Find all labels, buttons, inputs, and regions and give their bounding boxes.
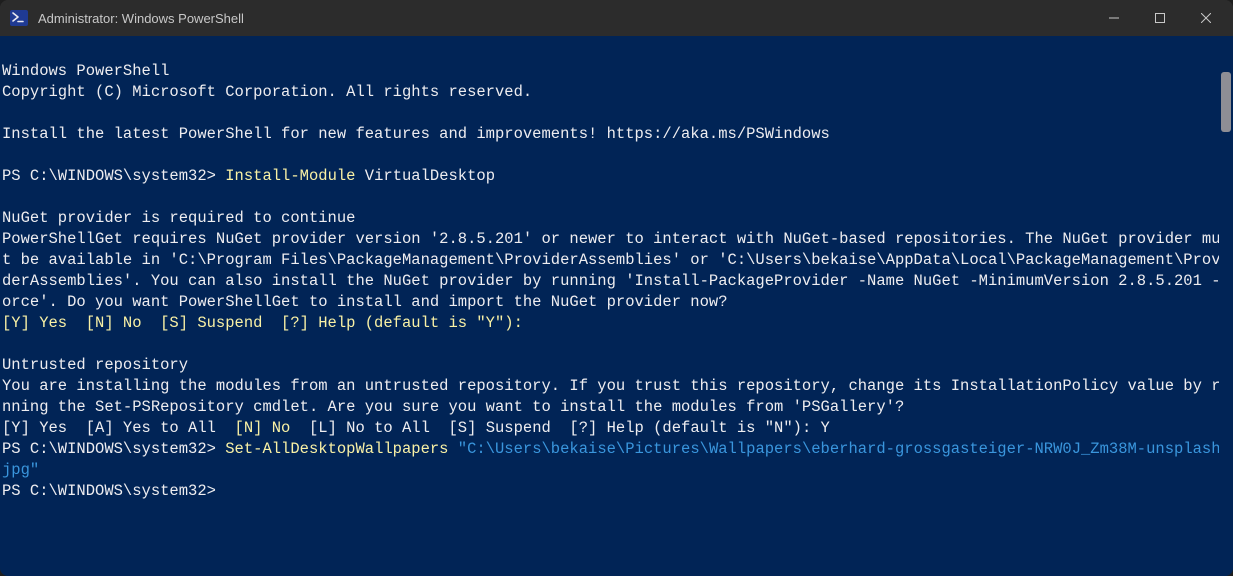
prompt-path: PS C:\WINDOWS\system32> [2, 482, 216, 500]
prompt-path: PS C:\WINDOWS\system32> [2, 440, 225, 458]
terminal-text: Untrusted repository [2, 355, 1231, 376]
terminal-option: [Y] Yes [A] Yes to All [2, 419, 235, 437]
titlebar[interactable]: Administrator: Windows PowerShell [0, 0, 1233, 36]
terminal-text: Windows PowerShell [2, 61, 1231, 82]
scrollbar-track[interactable] [1219, 36, 1233, 576]
terminal-text: Copyright (C) Microsoft Corporation. All… [2, 82, 1231, 103]
terminal-text: NuGet provider is required to continue [2, 208, 1231, 229]
powershell-icon [10, 9, 28, 27]
window-title: Administrator: Windows PowerShell [38, 11, 244, 26]
terminal-prompt-line: PS C:\WINDOWS\system32> [2, 481, 1231, 502]
terminal-text: PowerShellGet requires NuGet provider ve… [2, 229, 1231, 313]
terminal-text: You are installing the modules from an u… [2, 376, 1231, 418]
terminal-text: Install the latest PowerShell for new fe… [2, 124, 1231, 145]
window-controls [1091, 0, 1229, 36]
terminal-area[interactable]: Windows PowerShellCopyright (C) Microsof… [0, 36, 1233, 576]
terminal-options: [Y] Yes [N] No [S] Suspend [?] Help (def… [2, 313, 1231, 334]
prompt-path: PS C:\WINDOWS\system32> [2, 167, 225, 185]
terminal-options-line: [Y] Yes [A] Yes to All [N] No [L] No to … [2, 418, 1231, 439]
command-name: Set-AllDesktopWallpapers [225, 440, 458, 458]
terminal-option: [L] No to All [S] Suspend [?] Help (defa… [290, 419, 830, 437]
terminal-prompt-line: PS C:\WINDOWS\system32> Set-AllDesktopWa… [2, 439, 1231, 481]
window-frame: Administrator: Windows PowerShell Window… [0, 0, 1233, 576]
terminal-option-default: [N] No [235, 419, 291, 437]
minimize-button[interactable] [1091, 0, 1137, 36]
terminal-prompt-line: PS C:\WINDOWS\system32> Install-Module V… [2, 166, 1231, 187]
close-button[interactable] [1183, 0, 1229, 36]
scrollbar-thumb[interactable] [1221, 72, 1231, 132]
command-arg: VirtualDesktop [355, 167, 495, 185]
maximize-button[interactable] [1137, 0, 1183, 36]
command-name: Install-Module [225, 167, 355, 185]
